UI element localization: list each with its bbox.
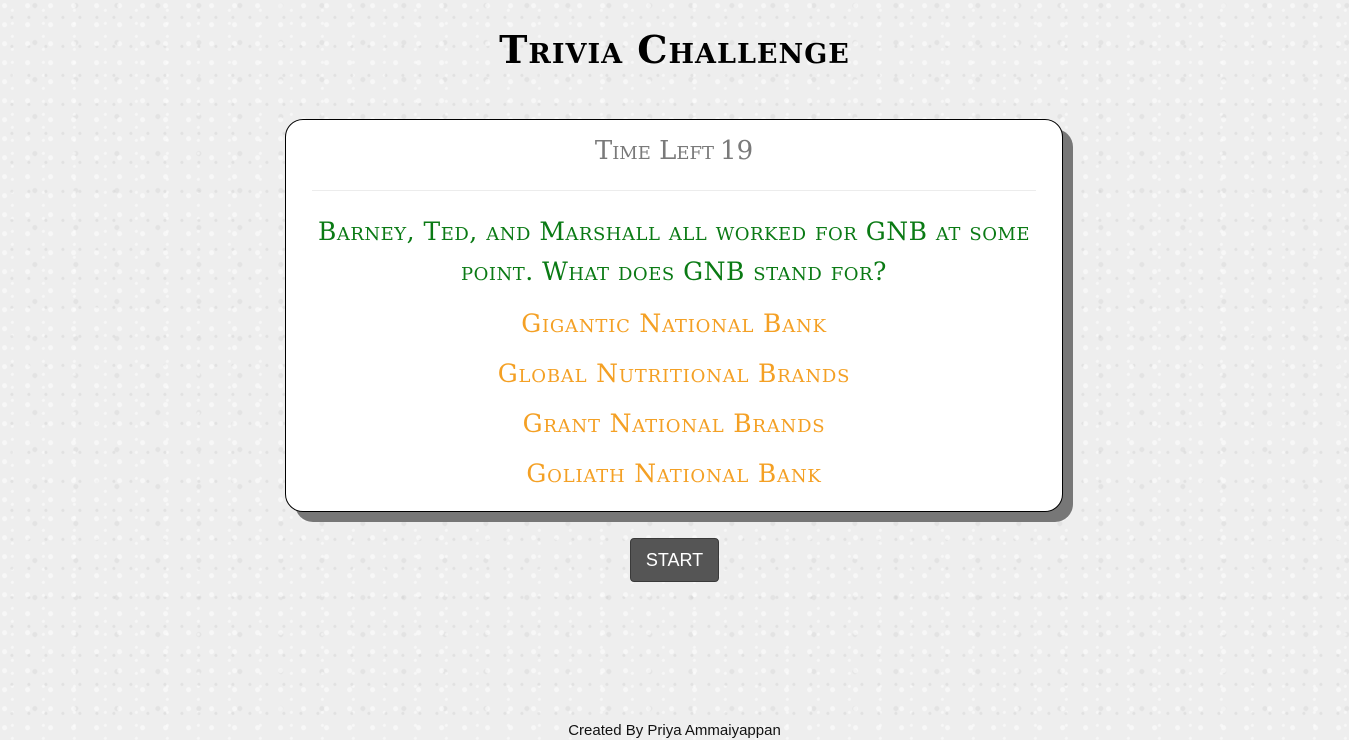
answer-option[interactable]: Gigantic National Bank	[286, 303, 1062, 353]
divider	[312, 190, 1036, 191]
question-card: Time Left 19 Barney, Ted, and Marshall al…	[285, 119, 1063, 512]
timer: Time Left 19	[286, 134, 1062, 168]
page-title: Trivia Challenge	[499, 27, 850, 72]
timer-value: 19	[720, 136, 754, 166]
question-text: Barney, Ted, and Marshall all worked for…	[317, 217, 1031, 286]
start-button[interactable]: START	[630, 538, 719, 582]
footer-credit: Created By Priya Ammaiyappan	[568, 722, 781, 739]
answer-option[interactable]: Global Nutritional Brands	[286, 353, 1062, 403]
answer-option[interactable]: Goliath National Bank	[286, 453, 1062, 503]
answer-list: Gigantic National Bank Global Nutritiona…	[286, 303, 1062, 503]
answer-option[interactable]: Grant National Brands	[286, 403, 1062, 453]
timer-label: Time Left	[594, 136, 715, 166]
